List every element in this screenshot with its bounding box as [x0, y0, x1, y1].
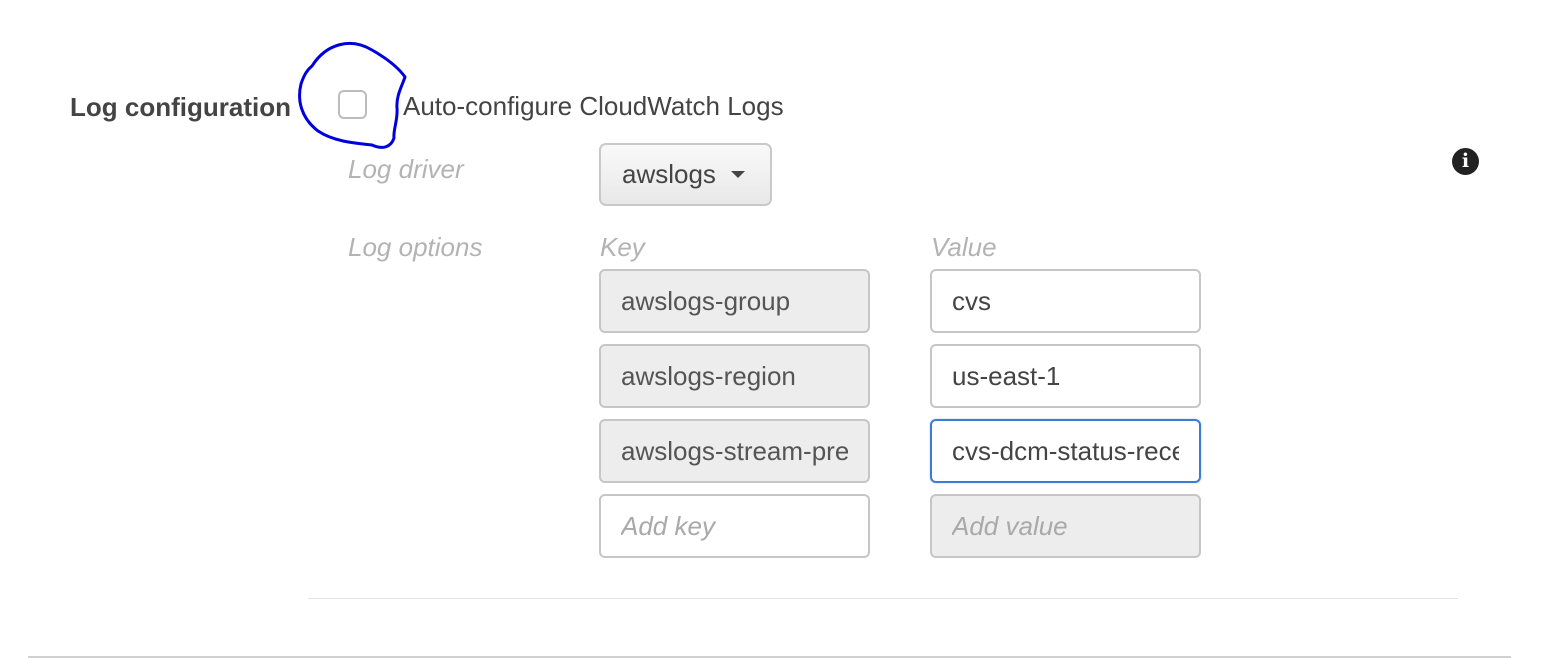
log-option-key-field[interactable] [599, 344, 870, 408]
log-option-key-field[interactable] [599, 269, 870, 333]
log-options-label: Log options [348, 232, 483, 262]
log-option-value-field[interactable] [930, 344, 1201, 408]
add-value-input[interactable] [930, 494, 1201, 558]
log-driver-selected: awslogs [622, 159, 716, 189]
info-icon[interactable]: i [1452, 148, 1479, 175]
log-configuration-title: Log configuration [70, 90, 291, 124]
log-driver-dropdown[interactable]: awslogs [599, 143, 772, 206]
auto-configure-label[interactable]: Auto-configure CloudWatch Logs [403, 89, 784, 123]
section-divider [308, 598, 1458, 599]
log-option-value-field[interactable] [930, 419, 1201, 483]
add-key-input[interactable] [599, 494, 870, 558]
value-column-header: Value [931, 232, 997, 262]
log-option-key-field[interactable] [599, 419, 870, 483]
log-configuration-panel: Log configuration Auto-configure CloudWa… [0, 0, 1546, 658]
log-option-value-field[interactable] [930, 269, 1201, 333]
auto-configure-checkbox[interactable] [338, 90, 367, 119]
caret-down-icon [730, 171, 745, 178]
key-column-header: Key [600, 232, 645, 262]
log-driver-label: Log driver [348, 154, 464, 184]
